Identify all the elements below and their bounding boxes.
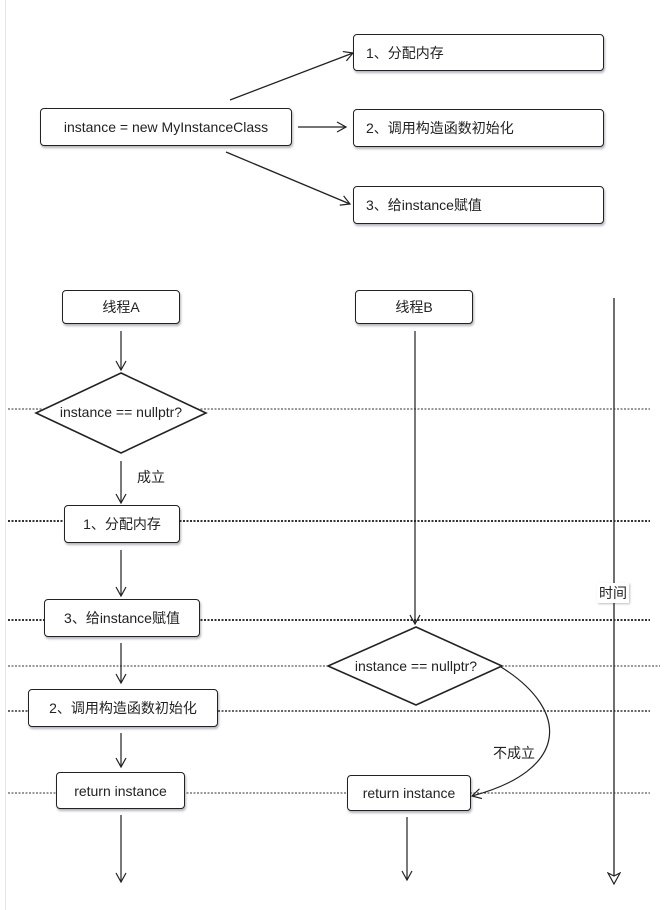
arrow-b-false-curve [470, 666, 551, 800]
step3-text: 3、给instance赋值 [366, 197, 482, 213]
thread-b-return-box: return instance [347, 775, 471, 811]
arrow-to-step3 [225, 151, 352, 206]
thread-a-step3-text: 3、给instance赋值 [64, 610, 180, 626]
thread-a-return-box: return instance [56, 772, 185, 809]
step2-text: 2、调用构造函数初始化 [366, 120, 514, 136]
step2-box: 2、调用构造函数初始化 [353, 109, 604, 147]
thread-b-return-text: return instance [362, 785, 456, 801]
thread-a-check-text: instance == nullptr? [59, 404, 183, 420]
thread-b-false-label: 不成立 [493, 745, 535, 761]
thread-a-true-label: 成立 [137, 469, 165, 485]
statement-box: instance = new MyInstanceClass [40, 108, 292, 146]
thread-a-step2-box: 2、调用构造函数初始化 [28, 689, 218, 727]
thread-a-step3-box: 3、给instance赋值 [44, 599, 200, 637]
thread-b-title-box: 线程B [355, 290, 473, 324]
step1-text: 1、分配内存 [366, 44, 444, 61]
timeline-label: 时间 [597, 583, 629, 603]
thread-a-step1-box: 1、分配内存 [64, 505, 180, 543]
step3-box: 3、给instance赋值 [353, 186, 604, 224]
thread-b-title: 线程B [395, 299, 433, 315]
thread-a-step2-text: 2、调用构造函数初始化 [49, 700, 197, 716]
thread-a-title-box: 线程A [62, 290, 180, 324]
thread-a-step1-text: 1、分配内存 [83, 516, 161, 532]
thread-b-check-text: instance == nullptr? [354, 658, 478, 674]
step1-box: 1、分配内存 [353, 34, 604, 71]
thread-a-title: 线程A [102, 299, 140, 315]
statement-text: instance = new MyInstanceClass [63, 119, 269, 135]
arrow-to-step1 [229, 50, 355, 101]
thread-a-return-text: return instance [74, 782, 167, 799]
